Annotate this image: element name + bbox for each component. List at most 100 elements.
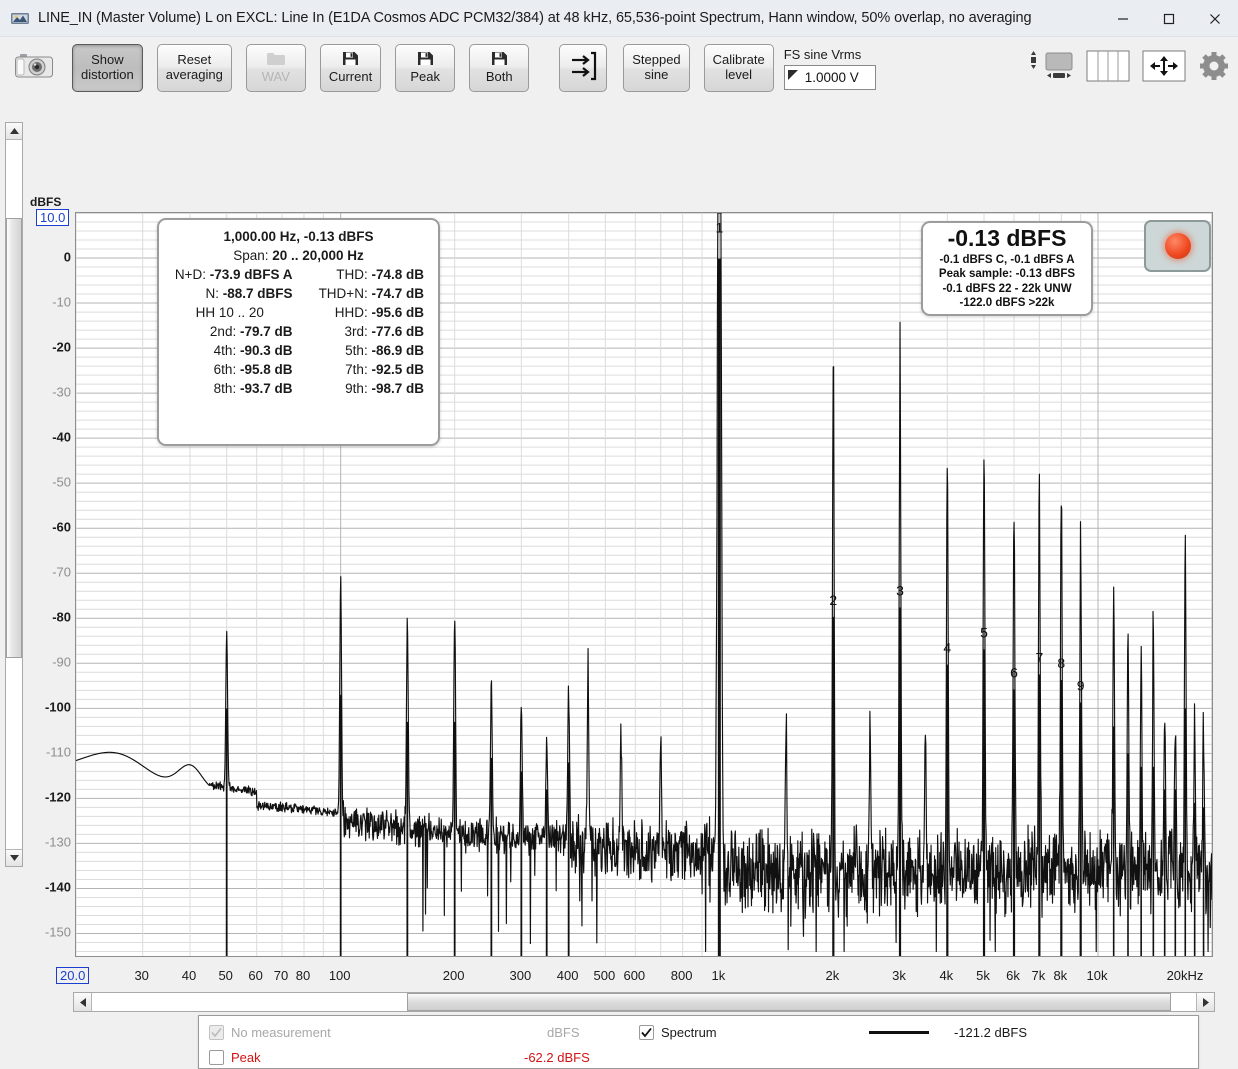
minimize-button[interactable] [1100,0,1146,37]
y-tick-label: -150 [44,924,71,940]
vertical-scroll-thumb[interactable] [6,217,22,658]
reset-averaging-button[interactable]: Reset averaging [156,44,232,92]
spectrum-view: dBFS 10.0 20.0 0 -10 -20 -30 -40 -50 -60 -70 -80… [0,99,1238,1069]
horizontal-scrollbar[interactable] [73,992,1215,1012]
record-button[interactable] [1144,220,1211,272]
harmonic-marker-label: 8 [1057,655,1065,671]
columns-view-icon[interactable] [1086,49,1130,88]
fit-to-window-icon[interactable] [1142,49,1186,88]
legend-spectrum-value: -121.2 dBFS [954,1024,1027,1040]
harmonic-row: 4th: -90.3 dB [213,343,293,358]
scroll-left-button[interactable] [74,993,92,1011]
vertical-scroll-track[interactable] [6,140,22,849]
no-measurement-checkbox[interactable] [209,1024,224,1040]
fs-sine-group: FS sine Vrms 1.0000 V [783,46,876,90]
x-tick-label: 600 [623,968,646,983]
harmonic-marker-label: 9 [1077,677,1085,693]
harmonic-row: 2nd: -79.7 dB [209,324,293,339]
stepped-sine-label-1: Stepped [632,52,681,68]
x-tick-label: 50 [218,968,233,983]
y-axis-labels: 0 -10 -20 -30 -40 -50 -60 -70 -80 -90 -100 -110 -120… [24,194,74,954]
scroll-right-button[interactable] [1196,993,1214,1011]
show-distortion-button[interactable]: Show distortion [72,44,143,92]
fs-sine-label: FS sine Vrms [783,46,862,62]
measurement-row: N+D: -73.9 dBFS A [174,267,293,282]
harmonic-row: 7th: -92.5 dB [345,362,424,377]
floppy-icon [491,51,508,70]
stepped-sine-button[interactable]: Stepped sine [623,44,690,92]
measurement-span: Span: 20 .. 20,000 Hz [233,248,364,263]
level-weighted-values: -0.1 dBFS C, -0.1 dBFS A [939,253,1075,266]
show-distortion-label-1: Show [91,52,124,68]
y-tick-label: -80 [52,609,71,625]
save-current-button[interactable]: Current [319,44,382,92]
main-toolbar: Show distortion Reset averaging WAV Curr… [0,37,1238,99]
horizontal-scroll-thumb[interactable] [406,993,1171,1011]
folder-icon [266,51,286,70]
y-tick-label: -90 [52,654,71,670]
x-tick-label: 100 [328,968,351,983]
x-tick-label: 30 [134,968,149,983]
vertical-scrollbar[interactable] [5,122,23,867]
floppy-icon [342,51,359,70]
camera-icon [14,52,54,85]
maximize-button[interactable] [1146,0,1192,37]
spectrum-line-swatch [869,1030,929,1034]
floppy-icon [417,51,434,70]
x-tick-label: 5k [976,968,990,983]
hhd-row: HHD: -95.6 dB [334,305,424,320]
x-tick-label: 1k [711,968,726,983]
peak-checkbox[interactable] [209,1049,224,1065]
window-titlebar: LINE_IN (Master Volume) L on EXCL: Line … [0,0,1238,37]
harmonic-row: 8th: -93.7 dB [213,381,293,396]
harmonic-marker-label: 3 [896,582,904,598]
y-tick-label: -130 [44,834,71,850]
y-tick-label: 0 [63,249,71,265]
legend-peak-value: -62.2 dBFS [524,1049,590,1065]
harmonic-marker-label: 2 [829,592,837,608]
x-tick-label: 2k [825,968,840,983]
x-tick-label: 70 [273,968,289,983]
window-title: LINE_IN (Master Volume) L on EXCL: Line … [38,10,1032,26]
x-tick-label: 20kHz [1166,968,1204,983]
y-tick-label: -40 [52,429,71,445]
current-label: Current [328,69,373,84]
wav-label: WAV [261,69,290,84]
y-tick-label: -140 [44,879,71,895]
calibrate-level-button[interactable]: Calibrate level [703,44,774,92]
scroll-down-button[interactable] [6,849,22,866]
show-distortion-label-2: distortion [81,67,134,82]
save-jpeg-button[interactable] [10,44,58,92]
level-above-22k: -122.0 dBFS >22k [959,296,1055,309]
x-axis-labels: 30 40 50 60 70 80 100 200 300 400 500 600 800 1k 2k 3k 4… [75,968,1215,988]
hh-range-label: HH 10 .. 20 [195,305,264,320]
level-meter-icon[interactable] [1026,49,1074,88]
close-button[interactable] [1192,0,1238,37]
x-tick-label: 500 [593,968,616,983]
fs-sine-input[interactable]: 1.0000 V [783,64,876,90]
spectrum-checkbox[interactable] [639,1024,654,1040]
calibrate-level-label-1: Calibrate [712,52,765,68]
both-label: Both [485,69,513,84]
save-both-button[interactable]: Both [469,44,530,92]
x-tick-label: 10k [1086,968,1108,983]
horizontal-scroll-track[interactable] [92,993,1196,1011]
harmonic-row: 9th: -98.7 dB [345,381,424,396]
open-wav-button[interactable]: WAV [245,44,306,92]
legend-spectrum-swatch [869,1020,929,1044]
x-tick-label: 6k [1006,968,1020,983]
measurement-grid: N+D: -73.9 dBFS A THD: -74.8 dB N: -88.7… [159,267,438,396]
level-peak-sample: Peak sample: -0.13 dBFS [938,268,1076,281]
y-tick-label: -110 [45,744,71,760]
level-band-unweighted: -0.1 dBFS 22 - 22k UNW [942,282,1072,295]
save-peak-button[interactable]: Peak [395,44,456,92]
settings-gear-icon[interactable] [1198,50,1230,87]
scroll-up-button[interactable] [6,123,22,140]
loopback-routing-button[interactable] [559,44,608,92]
y-tick-label: -120 [44,789,71,805]
x-tick-label: 300 [509,968,532,983]
peak-series-label: Peak [231,1049,261,1065]
y-tick-label: -50 [52,474,71,490]
y-tick-label: -30 [52,384,71,400]
level-main-value: -0.13 dBFS [947,224,1067,251]
